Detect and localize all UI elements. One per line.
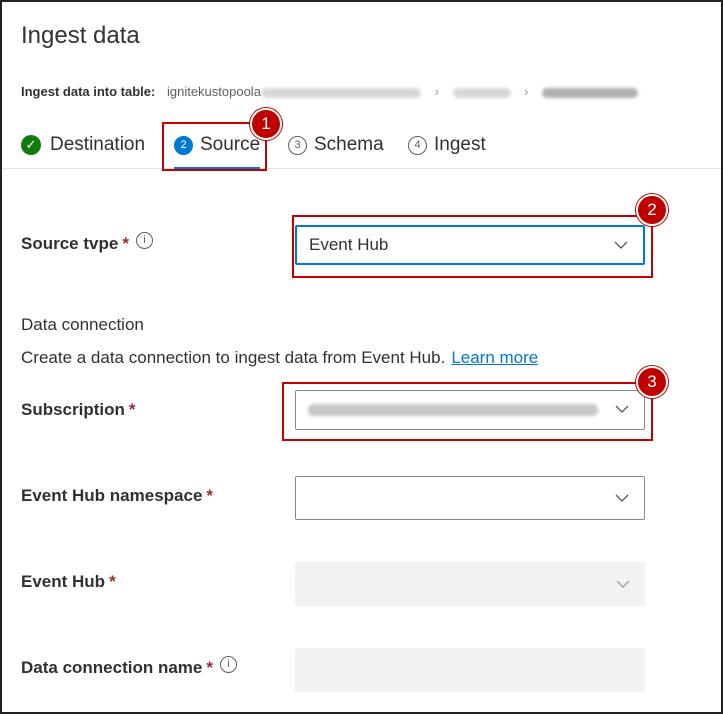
data-connection-heading: Data connection (21, 315, 144, 334)
tab-ingest[interactable]: 4 Ingest (408, 134, 486, 156)
step-number: 3 (288, 135, 307, 155)
connection-name-input (295, 648, 645, 692)
chevron-down-icon (616, 580, 630, 588)
callout-box-subscription (282, 382, 653, 441)
required-marker: * (206, 658, 213, 677)
breadcrumb: Ingest data into table: ignitekustopoola… (21, 84, 639, 99)
label-text: Data connection name (21, 658, 203, 677)
tab-destination[interactable]: ✓ Destination (21, 134, 145, 156)
event-hub-dropdown (295, 562, 645, 606)
tab-label: Schema (314, 134, 384, 155)
label-text: Event Hub namespace (21, 486, 203, 505)
description-text: Create a data connection to ingest data … (21, 348, 446, 367)
event-hub-label: Event Hub * (21, 572, 116, 592)
label-text: Source tvpe (21, 234, 119, 253)
required-marker: * (122, 234, 129, 253)
check-circle-icon: ✓ (21, 135, 41, 155)
tab-schema[interactable]: 3 Schema (288, 134, 384, 156)
connection-name-label: Data connection name * i (21, 656, 237, 678)
tab-label: Ingest (434, 134, 486, 155)
data-connection-description: Create a data connection to ingest data … (21, 348, 538, 368)
callout-badge-2: 2 (636, 194, 668, 226)
namespace-label: Event Hub namespace * (21, 486, 213, 506)
tab-label: Destination (50, 134, 146, 155)
redacted-table[interactable] (542, 87, 639, 98)
breadcrumb-cluster[interactable]: ignitekustopoola (167, 84, 261, 99)
redacted-database[interactable] (452, 87, 511, 98)
subscription-label: Subscription * (21, 400, 136, 420)
required-marker: * (206, 486, 214, 505)
redacted-text (260, 87, 421, 98)
step-number: 4 (408, 135, 427, 155)
ingest-data-panel: Ingest data Ingest data into table: igni… (0, 0, 723, 714)
info-icon[interactable]: i (135, 232, 153, 249)
info-icon[interactable]: i (220, 656, 237, 673)
required-marker: * (109, 572, 116, 591)
page-title: Ingest data (21, 22, 140, 49)
required-marker: * (128, 400, 136, 419)
chevron-right-icon: › (434, 84, 439, 99)
label-text: Subscription (21, 400, 125, 419)
chevron-right-icon: › (524, 84, 529, 99)
learn-more-link[interactable]: Learn more (451, 348, 538, 367)
callout-badge-3: 3 (636, 366, 668, 398)
source-type-label: Source tvpe * i (21, 232, 153, 254)
chevron-down-icon (615, 494, 629, 502)
namespace-dropdown[interactable] (295, 476, 645, 520)
label-text: Event Hub (21, 572, 106, 591)
breadcrumb-label: Ingest data into table: (21, 84, 156, 99)
wizard-tabs: ✓ Destination 2 Source 3 Schema 4 Ingest (2, 122, 721, 169)
callout-badge-1: 1 (250, 108, 282, 140)
callout-box-source-type (292, 215, 653, 278)
